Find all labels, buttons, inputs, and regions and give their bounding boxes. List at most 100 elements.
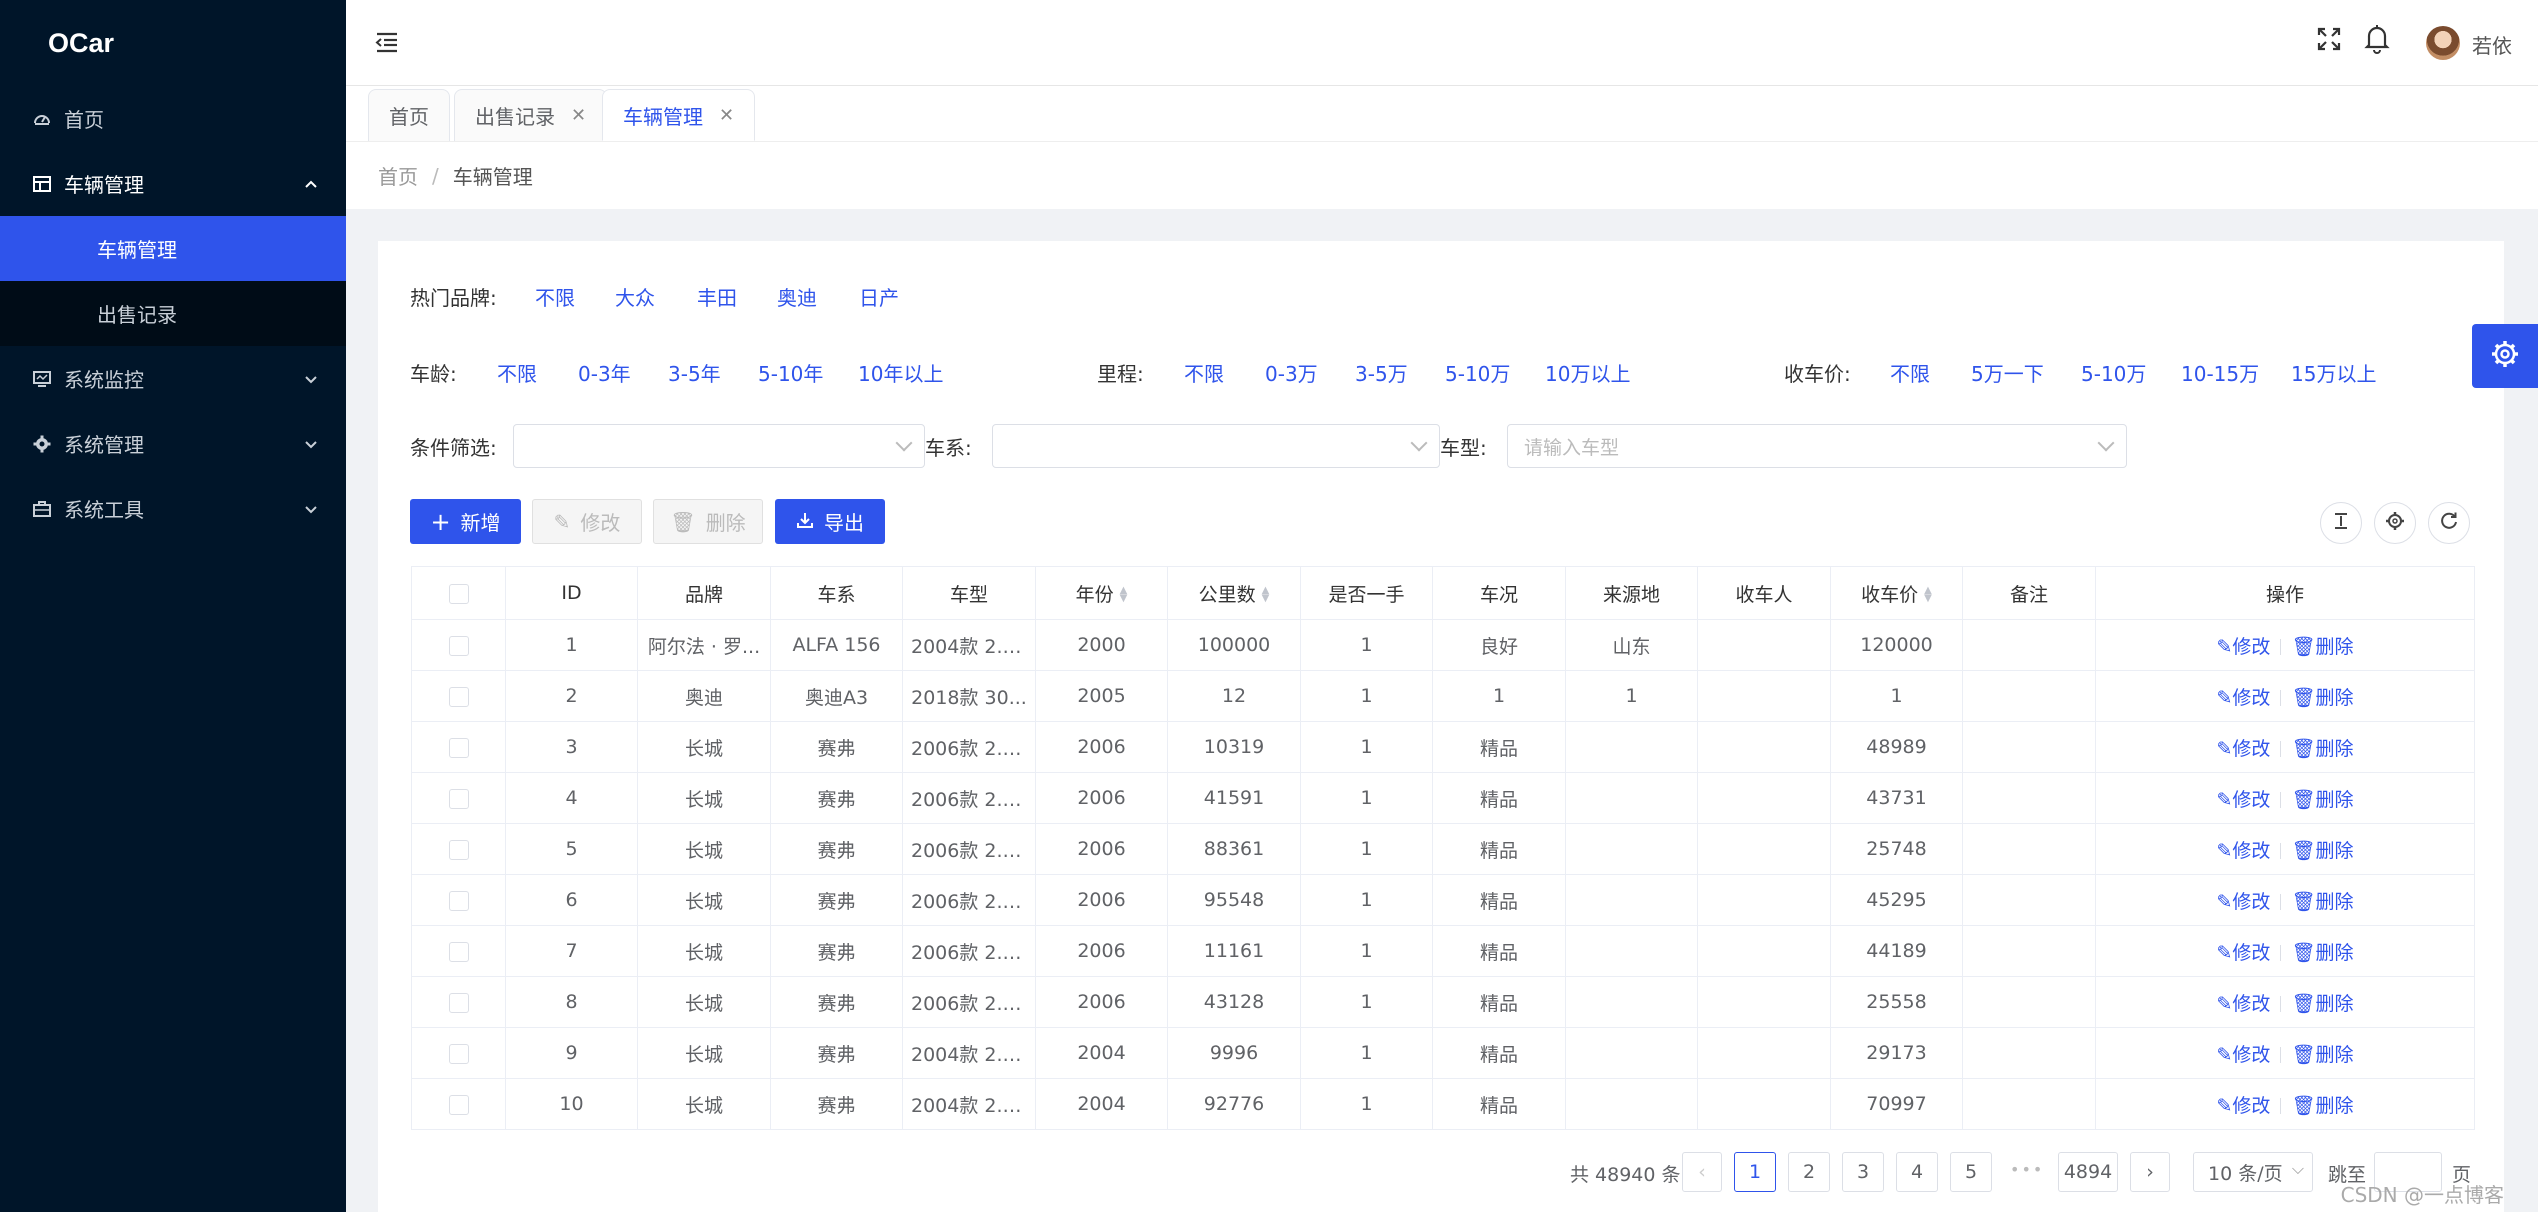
price-option[interactable]: 不限 (1890, 358, 1930, 387)
menu-fold-icon[interactable] (374, 29, 400, 55)
brand-option[interactable]: 大众 (615, 282, 655, 311)
app-logo[interactable]: OCar (0, 0, 346, 86)
username[interactable]: 若依 (2472, 30, 2512, 59)
sidebar-item-system-tools[interactable]: 系统工具 (0, 476, 346, 541)
row-delete-link[interactable]: 🗑删除 (2291, 636, 2353, 658)
row-checkbox[interactable] (448, 737, 469, 758)
row-edit-link[interactable]: ✎修改 (2216, 891, 2270, 913)
select-all-checkbox[interactable] (448, 583, 469, 604)
row-delete-link[interactable]: 🗑删除 (2291, 789, 2353, 811)
row-checkbox[interactable] (448, 686, 469, 707)
series-select[interactable] (992, 424, 1440, 468)
row-checkbox[interactable] (448, 1094, 469, 1115)
sidebar-item-system-management[interactable]: 系统管理 (0, 411, 346, 476)
price-option[interactable]: 5-10万 (2081, 358, 2146, 387)
page-5[interactable]: 5 (1950, 1152, 1992, 1192)
export-button[interactable]: 导出 (775, 499, 885, 544)
close-icon[interactable]: ✕ (571, 105, 586, 126)
page-ellipsis[interactable]: ••• (2010, 1160, 2044, 1179)
age-option[interactable]: 5-10年 (758, 358, 823, 387)
bell-icon[interactable] (2364, 24, 2390, 54)
row-delete-link[interactable]: 🗑删除 (2291, 1044, 2353, 1066)
table-row[interactable]: 7 长城 赛弗 2006款 2.2... 2006 11161 1 精品 44189 ✎修改 🗑删除 (411, 925, 2475, 977)
prev-page-button[interactable]: ‹ (1682, 1152, 1722, 1192)
row-delete-link[interactable]: 🗑删除 (2291, 1095, 2353, 1117)
add-button[interactable]: + 新增 (410, 499, 521, 544)
avatar[interactable] (2426, 26, 2460, 60)
page-last[interactable]: 4894 (2058, 1152, 2118, 1192)
column-header-price[interactable]: 收车价 ▲ ▼ (1830, 566, 1963, 620)
row-checkbox[interactable] (448, 941, 469, 962)
condition-select[interactable] (513, 424, 925, 468)
table-row[interactable]: 5 长城 赛弗 2006款 2.2... 2006 88361 1 精品 25748 ✎修改 🗑删除 (411, 823, 2475, 875)
row-edit-link[interactable]: ✎修改 (2216, 942, 2270, 964)
row-edit-link[interactable]: ✎修改 (2216, 840, 2270, 862)
row-edit-link[interactable]: ✎修改 (2216, 738, 2270, 760)
row-delete-link[interactable]: 🗑删除 (2291, 738, 2353, 760)
mileage-option[interactable]: 5-10万 (1445, 358, 1510, 387)
row-checkbox[interactable] (448, 839, 469, 860)
column-header-mileage[interactable]: 公里数 ▲ ▼ (1167, 566, 1301, 620)
refresh-button[interactable] (2428, 502, 2470, 544)
row-edit-link[interactable]: ✎修改 (2216, 789, 2270, 811)
row-checkbox[interactable] (448, 788, 469, 809)
row-delete-link[interactable]: 🗑删除 (2291, 687, 2353, 709)
edit-button[interactable]: ✎ 修改 (532, 499, 642, 544)
row-edit-link[interactable]: ✎修改 (2216, 993, 2270, 1015)
row-edit-link[interactable]: ✎修改 (2216, 1044, 2270, 1066)
model-select[interactable]: 请输入车型 (1507, 424, 2127, 468)
sidebar-item-vehicle-management[interactable]: 车辆管理 (0, 151, 346, 216)
page-4[interactable]: 4 (1896, 1152, 1938, 1192)
row-delete-link[interactable]: 🗑删除 (2291, 942, 2353, 964)
fullscreen-icon[interactable] (2316, 26, 2342, 52)
row-edit-link[interactable]: ✎修改 (2216, 636, 2270, 658)
mileage-option[interactable]: 0-3万 (1265, 358, 1318, 387)
sidebar-subitem-vehicle-management[interactable]: 车辆管理 (0, 216, 346, 281)
table-row[interactable]: 4 长城 赛弗 2006款 2.2... 2006 41591 1 精品 43731 ✎修改 🗑删除 (411, 772, 2475, 824)
age-option[interactable]: 3-5年 (668, 358, 721, 387)
brand-option[interactable]: 丰田 (697, 282, 737, 311)
next-page-button[interactable]: › (2130, 1152, 2170, 1192)
page-size-select[interactable]: 10 条/页 ⌵ (2193, 1152, 2313, 1192)
mileage-option[interactable]: 不限 (1184, 358, 1224, 387)
brand-option[interactable]: 不限 (535, 282, 575, 311)
page-2[interactable]: 2 (1788, 1152, 1830, 1192)
delete-button[interactable]: 🗑 删除 (653, 499, 763, 544)
table-row[interactable]: 8 长城 赛弗 2006款 2.2... 2006 43128 1 精品 25558 ✎修改 🗑删除 (411, 976, 2475, 1028)
price-option[interactable]: 5万一下 (1971, 358, 2044, 387)
age-option[interactable]: 10年以上 (858, 358, 943, 387)
column-header-year[interactable]: 年份 ▲ ▼ (1035, 566, 1168, 620)
column-settings-button[interactable] (2374, 502, 2416, 544)
row-delete-link[interactable]: 🗑删除 (2291, 840, 2353, 862)
table-row[interactable]: 2 奥迪 奥迪A3 2018款 30... 2005 12 1 1 1 1 ✎修改 🗑删除 (411, 670, 2475, 722)
row-checkbox[interactable] (448, 1043, 469, 1064)
sidebar-item-system-monitor[interactable]: 系统监控 (0, 346, 346, 411)
tab-vehicle-management[interactable]: 车辆管理 ✕ (602, 89, 756, 141)
page-1[interactable]: 1 (1734, 1152, 1776, 1192)
mileage-option[interactable]: 3-5万 (1355, 358, 1408, 387)
age-option[interactable]: 0-3年 (578, 358, 631, 387)
sort-icon[interactable]: ▲ ▼ (1262, 586, 1270, 604)
mileage-option[interactable]: 10万以上 (1545, 358, 1630, 387)
table-row[interactable]: 3 长城 赛弗 2006款 2.2... 2006 10319 1 精品 48989 ✎修改 🗑删除 (411, 721, 2475, 773)
sort-icon[interactable]: ▲ ▼ (1924, 586, 1932, 604)
table-row[interactable]: 6 长城 赛弗 2006款 2.2... 2006 95548 1 精品 45295 ✎修改 🗑删除 (411, 874, 2475, 926)
row-edit-link[interactable]: ✎修改 (2216, 1095, 2270, 1117)
brand-option[interactable]: 日产 (859, 282, 899, 311)
tab-home[interactable]: 首页 (368, 89, 450, 141)
row-checkbox[interactable] (448, 992, 469, 1013)
age-option[interactable]: 不限 (497, 358, 537, 387)
table-row[interactable]: 10 长城 赛弗 2004款 2.2... 2004 92776 1 精品 70997 ✎修改 🗑删… (411, 1078, 2475, 1130)
row-edit-link[interactable]: ✎修改 (2216, 687, 2270, 709)
theme-settings-button[interactable] (2472, 324, 2538, 388)
sort-icon[interactable]: ▲ ▼ (1120, 586, 1128, 604)
price-option[interactable]: 15万以上 (2291, 358, 2376, 387)
table-row[interactable]: 9 长城 赛弗 2004款 2.2... 2004 9996 1 精品 29173 ✎修改 🗑删除 (411, 1027, 2475, 1079)
toggle-search-button[interactable] (2320, 502, 2362, 544)
sidebar-item-home[interactable]: 首页 (0, 86, 346, 151)
row-checkbox[interactable] (448, 635, 469, 656)
row-checkbox[interactable] (448, 890, 469, 911)
page-3[interactable]: 3 (1842, 1152, 1884, 1192)
brand-option[interactable]: 奥迪 (777, 282, 817, 311)
close-icon[interactable]: ✕ (719, 105, 734, 126)
